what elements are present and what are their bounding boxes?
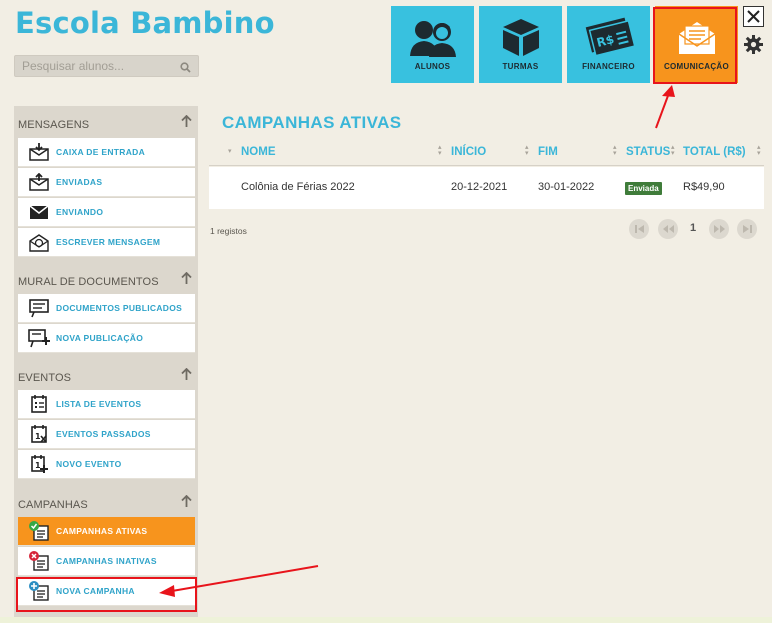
prev-page-button[interactable] bbox=[658, 219, 678, 239]
last-page-button[interactable] bbox=[737, 219, 757, 239]
section-header-mural[interactable]: MURAL DE DOCUMENTOS bbox=[14, 265, 198, 293]
sidebar-item-label: NOVO EVENTO bbox=[56, 459, 122, 469]
highlight-box bbox=[653, 7, 737, 84]
page-title: CAMPANHAS ATIVAS bbox=[222, 113, 402, 132]
rewind-icon bbox=[662, 225, 674, 233]
cell-inicio: 20-12-2021 bbox=[451, 181, 508, 193]
sidebar-item-novo-evento[interactable]: 1 NOVO EVENTO bbox=[18, 450, 195, 479]
gear-icon bbox=[744, 35, 763, 54]
students-icon bbox=[407, 16, 459, 63]
section-title: MURAL DE DOCUMENTOS bbox=[18, 276, 159, 288]
close-icon bbox=[747, 10, 760, 23]
search-box[interactable] bbox=[14, 55, 199, 77]
sidebar-item-caixa-de-entrada[interactable]: CAIXA DE ENTRADA bbox=[18, 138, 195, 167]
sidebar-item-campanhas-ativas[interactable]: CAMPANHAS ATIVAS bbox=[18, 517, 195, 546]
sidebar-item-lista-de-eventos[interactable]: LISTA DE EVENTOS bbox=[18, 390, 195, 419]
first-page-icon bbox=[634, 225, 644, 233]
sort-icon[interactable]: ▴ ▾ bbox=[757, 144, 761, 157]
tile-turmas[interactable]: TURMAS bbox=[479, 6, 562, 83]
tile-alunos[interactable]: ALUNOS bbox=[391, 6, 474, 83]
first-page-button[interactable] bbox=[629, 219, 649, 239]
search-icon[interactable] bbox=[180, 60, 191, 78]
sidebar-item-label: CAMPANHAS ATIVAS bbox=[56, 526, 148, 536]
compose-mail-icon bbox=[27, 231, 51, 253]
sidebar-item-enviadas[interactable]: ENVIADAS bbox=[18, 168, 195, 197]
sort-icon[interactable]: ▴ ▾ bbox=[438, 144, 442, 157]
campaign-inactive-icon bbox=[27, 550, 51, 572]
fast-forward-icon bbox=[713, 225, 725, 233]
next-page-button[interactable] bbox=[709, 219, 729, 239]
search-input[interactable] bbox=[15, 56, 175, 76]
sort-icon[interactable]: ▴ ▾ bbox=[671, 144, 675, 157]
bottom-strip bbox=[0, 617, 772, 623]
sidebar-item-label: NOVA PUBLICAÇÃO bbox=[56, 333, 144, 343]
svg-text:1: 1 bbox=[35, 432, 41, 441]
sidebar-item-documentos-publicados[interactable]: DOCUMENTOS PUBLICADOS bbox=[18, 294, 195, 323]
board-add-icon bbox=[27, 327, 51, 349]
arrowhead-up bbox=[662, 85, 675, 97]
sent-mail-icon bbox=[27, 171, 51, 193]
campaign-active-icon bbox=[27, 520, 51, 542]
money-icon: R$ bbox=[583, 16, 636, 63]
section-title: MENSAGENS bbox=[18, 119, 90, 131]
sidebar-item-label: LISTA DE EVENTOS bbox=[56, 399, 142, 409]
settings-button[interactable] bbox=[743, 34, 764, 55]
close-button[interactable] bbox=[743, 6, 764, 27]
column-header-nome[interactable]: NOME bbox=[241, 146, 276, 158]
highlight-box bbox=[16, 577, 197, 612]
column-header-fim[interactable]: FIM bbox=[538, 146, 558, 158]
section-title: EVENTOS bbox=[18, 372, 72, 384]
sidebar-item-label: ENVIANDO bbox=[56, 207, 104, 217]
sidebar-item-label: CAMPANHAS INATIVAS bbox=[56, 556, 157, 566]
sidebar-item-label: DOCUMENTOS PUBLICADOS bbox=[56, 303, 183, 313]
tile-financeiro[interactable]: R$ FINANCEIRO bbox=[567, 6, 650, 83]
sidebar-item-label: ENVIADAS bbox=[56, 177, 103, 187]
cell-fim: 30-01-2022 bbox=[538, 181, 595, 193]
board-icon bbox=[27, 297, 51, 319]
arrow-up-icon[interactable] bbox=[181, 495, 192, 508]
app-title: Escola Bambino bbox=[15, 6, 275, 40]
sort-icon[interactable]: ▴ ▾ bbox=[525, 144, 529, 157]
current-page[interactable]: 1 bbox=[690, 222, 696, 234]
calendar-add-icon: 1 bbox=[27, 453, 51, 475]
sidebar: MENSAGENS CAIXA DE ENTRADA ENVIADAS ENVI… bbox=[14, 106, 198, 618]
table-row[interactable]: Colônia de Férias 2022 20-12-2021 30-01-… bbox=[209, 167, 764, 209]
records-count: 1 registos bbox=[210, 226, 247, 236]
column-header-inicio[interactable]: INÍCIO bbox=[451, 146, 486, 158]
sidebar-item-campanhas-inativas[interactable]: CAMPANHAS INATIVAS bbox=[18, 547, 195, 576]
arrow-up-icon[interactable] bbox=[181, 368, 192, 381]
cell-nome: Colônia de Férias 2022 bbox=[241, 181, 355, 193]
calendar-list-icon bbox=[27, 393, 51, 415]
status-badge: Enviada bbox=[625, 182, 662, 195]
sending-mail-icon bbox=[27, 201, 51, 223]
sidebar-item-enviando[interactable]: ENVIANDO bbox=[18, 198, 195, 227]
inbox-icon bbox=[27, 141, 51, 163]
tile-label: ALUNOS bbox=[414, 62, 451, 71]
campaigns-table: ▾ NOME ▴ ▾ INÍCIO ▴ ▾ FIM ▴ ▾ STATUS ▴ ▾ TOT… bbox=[209, 140, 764, 209]
column-header-total[interactable]: TOTAL (R$) bbox=[683, 146, 746, 158]
box-icon bbox=[499, 16, 543, 63]
annotation-arrow-up bbox=[655, 92, 670, 129]
tile-label: FINANCEIRO bbox=[582, 62, 635, 71]
sidebar-item-label: ESCREVER MENSAGEM bbox=[56, 237, 161, 247]
arrow-up-icon[interactable] bbox=[181, 272, 192, 285]
table-header: ▾ NOME ▴ ▾ INÍCIO ▴ ▾ FIM ▴ ▾ STATUS ▴ ▾ TOT… bbox=[209, 140, 764, 166]
sidebar-item-eventos-passados[interactable]: 1 EVENTOS PASSADOS bbox=[18, 420, 195, 449]
sidebar-item-label: EVENTOS PASSADOS bbox=[56, 429, 151, 439]
cell-total: R$49,90 bbox=[683, 181, 725, 193]
last-page-icon bbox=[742, 225, 752, 233]
tile-label: TURMAS bbox=[502, 62, 539, 71]
calendar-past-icon: 1 bbox=[27, 423, 51, 445]
sort-desc-icon[interactable]: ▾ bbox=[228, 148, 232, 155]
sidebar-item-nova-publicacao[interactable]: NOVA PUBLICAÇÃO bbox=[18, 324, 195, 353]
sort-icon[interactable]: ▴ ▾ bbox=[613, 144, 617, 157]
column-header-status[interactable]: STATUS bbox=[626, 146, 670, 158]
sidebar-item-label: CAIXA DE ENTRADA bbox=[56, 147, 146, 157]
section-header-eventos[interactable]: EVENTOS bbox=[14, 361, 198, 389]
section-header-mensagens[interactable]: MENSAGENS bbox=[14, 108, 198, 136]
sidebar-item-escrever-mensagem[interactable]: ESCREVER MENSAGEM bbox=[18, 228, 195, 257]
arrow-up-icon[interactable] bbox=[181, 115, 192, 128]
section-title: CAMPANHAS bbox=[18, 499, 88, 511]
section-header-campanhas[interactable]: CAMPANHAS bbox=[14, 488, 198, 516]
